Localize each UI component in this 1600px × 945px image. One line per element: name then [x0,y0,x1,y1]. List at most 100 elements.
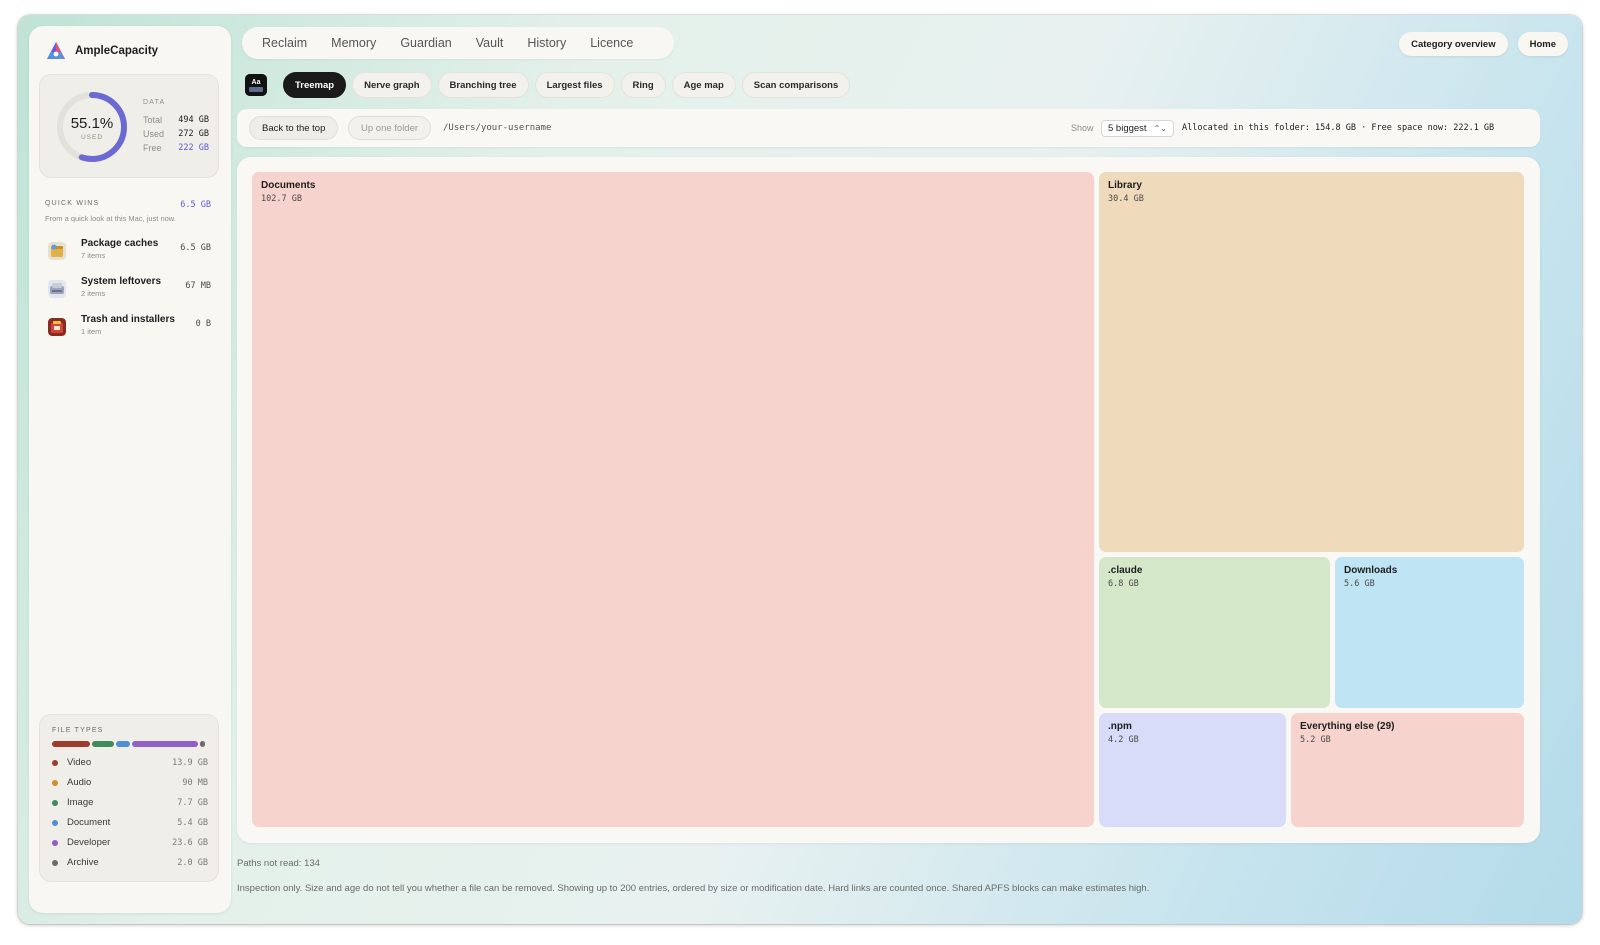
tile-size: 4.2 GB [1108,735,1139,745]
treemap-tile-downloads[interactable]: Downloads 5.6 GB [1335,557,1524,708]
view-tab-branching-tree[interactable]: Branching tree [437,72,529,98]
quick-win-size: 0 B [195,319,211,329]
file-type-name: Audio [67,777,92,788]
home-button[interactable]: Home [1517,32,1568,56]
app-logo-icon [47,42,65,59]
file-type-name: Archive [67,857,99,868]
data-value: 222 GB [178,143,209,153]
brand: AmpleCapacity [45,40,158,62]
quick-win-name: Trash and installers [81,314,175,325]
quick-wins-header: QUICK WINS 6.5 GB [45,200,211,210]
top-right-actions: Category overview Home [1399,32,1568,56]
tile-name: Everything else (29) [1300,721,1395,732]
up-one-folder-button[interactable]: Up one folder [348,116,432,140]
file-type-name: Document [67,817,111,828]
view-tabs: Aa Treemap Nerve graph Branching tree La… [242,72,851,98]
svg-text:Aa: Aa [252,79,261,86]
file-type-size: 90 MB [182,778,208,788]
package-icon [48,242,66,260]
file-type-bar-archive [200,741,205,747]
disk-usage-card: 55.1% USED DATA Total 494 GB Used 272 GB… [39,74,219,178]
data-label: Used [143,129,165,139]
system-icon [48,280,66,298]
quick-win-size: 67 MB [185,281,211,291]
quick-wins-title: QUICK WINS [45,200,100,207]
treemap: Documents 102.7 GB Library 30.4 GB .clau… [237,157,1540,843]
disk-used-caption: USED [80,134,104,141]
file-type-developer: Developer 23.6 GB [52,836,208,850]
tab-licence[interactable]: Licence [578,36,645,50]
data-label: Free [143,143,162,153]
treemap-tile-npm[interactable]: .npm 4.2 GB [1099,713,1286,827]
tab-reclaim[interactable]: Reclaim [250,36,319,50]
data-value: 272 GB [178,129,209,139]
video-dot [52,760,58,766]
file-type-bar-document [116,741,130,747]
file-type-audio: Audio 90 MB [52,776,208,790]
audio-dot [52,780,58,786]
quick-win-name: System leftovers [81,276,162,287]
view-tab-age-map[interactable]: Age map [671,72,736,98]
treemap-tile-documents[interactable]: Documents 102.7 GB [252,172,1094,827]
chevron-updown-icon: ⌃⌄ [1153,124,1167,133]
quick-win-package-caches[interactable]: Package caches 7 items 6.5 GB [48,238,211,266]
sidebar: AmpleCapacity 55.1% USED DATA Total 494 … [29,26,231,913]
paths-not-read: Paths not read: 134 [237,858,320,869]
file-type-name: Video [67,757,92,768]
quick-win-count: 2 items [81,289,106,298]
quick-win-trash-installers[interactable]: Trash and installers 1 item 0 B [48,314,211,342]
file-type-image: Image 7.7 GB [52,796,208,810]
file-type-size: 23.6 GB [172,838,208,848]
view-tab-scan-comparisons[interactable]: Scan comparisons [741,72,851,98]
view-tab-ring[interactable]: Ring [620,72,666,98]
trash-icon [48,318,66,336]
tile-name: .claude [1108,565,1143,576]
tile-size: 5.6 GB [1344,579,1375,589]
view-tab-nerve-graph[interactable]: Nerve graph [352,72,432,98]
view-tab-treemap[interactable]: Treemap [283,72,347,98]
tile-name: Downloads [1344,565,1398,576]
quick-win-system-leftovers[interactable]: System leftovers 2 items 67 MB [48,276,211,304]
treemap-tile-everything-else[interactable]: Everything else (29) 5.2 GB [1291,713,1524,827]
tile-name: .npm [1108,721,1132,732]
file-type-size: 7.7 GB [177,798,208,808]
file-type-video: Video 13.9 GB [52,756,208,770]
show-label: Show [1071,123,1094,133]
image-dot [52,800,58,806]
quick-win-count: 1 item [81,327,102,336]
quick-win-count: 7 items [81,251,106,260]
tile-name: Documents [261,180,316,191]
font-book-icon[interactable]: Aa [245,74,267,96]
tab-vault[interactable]: Vault [464,36,516,50]
file-type-bar-image [92,741,114,747]
data-label: Total [143,115,163,125]
show-count-select[interactable]: 5 biggest ⌃⌄ [1101,120,1174,137]
treemap-tile-claude[interactable]: .claude 6.8 GB [1099,557,1330,708]
file-type-size: 13.9 GB [172,758,208,768]
allocation-summary: Allocated in this folder: 154.8 GB · Fre… [1182,123,1495,133]
quick-wins-total: 6.5 GB [180,200,211,210]
file-type-document: Document 5.4 GB [52,816,208,830]
data-row-used: Used 272 GB [143,129,209,139]
quick-win-size: 6.5 GB [180,243,211,253]
path-bar: Back to the top Up one folder /Users/you… [237,109,1540,147]
view-tab-largest-files[interactable]: Largest files [534,72,615,98]
tab-history[interactable]: History [515,36,578,50]
tile-size: 102.7 GB [261,194,302,204]
tab-guardian[interactable]: Guardian [388,36,463,50]
data-row-total: Total 494 GB [143,115,209,125]
tile-size: 6.8 GB [1108,579,1139,589]
file-types-card: FILE TYPES Video 13.9 GB Audio 90 MB Ima… [39,714,219,882]
file-type-bar-video [52,741,90,747]
tile-size: 30.4 GB [1108,194,1144,204]
treemap-tile-library[interactable]: Library 30.4 GB [1099,172,1524,552]
file-type-bar-developer [132,741,198,747]
file-type-name: Image [67,797,94,808]
tile-size: 5.2 GB [1300,735,1331,745]
category-overview-button[interactable]: Category overview [1399,32,1508,56]
archive-dot [52,860,58,866]
tab-memory[interactable]: Memory [319,36,388,50]
file-types-bar [52,741,208,747]
main-nav: Reclaim Memory Guardian Vault History Li… [242,27,674,59]
back-to-top-button[interactable]: Back to the top [249,116,339,140]
